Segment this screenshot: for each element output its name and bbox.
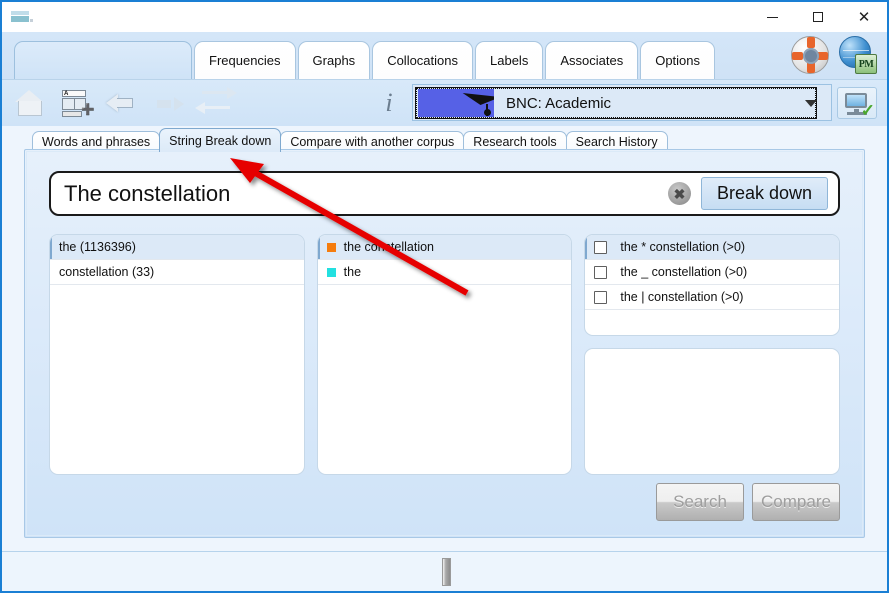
string-label: the bbox=[343, 265, 362, 279]
lifebuoy-icon[interactable] bbox=[791, 36, 829, 74]
ribbon-tab-graphs-label: Graphs bbox=[312, 53, 356, 68]
pm-badge-label: PM bbox=[855, 54, 877, 74]
ribbon-tab-options-label: Options bbox=[655, 53, 701, 68]
action-button-row: Search Compare bbox=[656, 483, 840, 521]
ribbon-tab-frequencies[interactable]: Frequencies bbox=[194, 41, 296, 79]
tab-research-tools-label: Research tools bbox=[473, 135, 557, 149]
clear-circle-icon[interactable]: ✖ bbox=[667, 182, 691, 205]
checkbox-icon[interactable] bbox=[594, 240, 608, 254]
ribbon-tab-frequencies-label: Frequencies bbox=[209, 53, 281, 68]
new-table-icon[interactable]: A ➕ bbox=[60, 88, 95, 118]
word-label: constellation (33) bbox=[59, 265, 155, 279]
words-listbox[interactable]: the (1136396) constellation (33) bbox=[49, 234, 305, 475]
string-break-down-pane: The constellation ✖ Break down the (1136… bbox=[24, 149, 865, 538]
ribbon-tab-associates[interactable]: Associates bbox=[545, 41, 639, 79]
close-button[interactable]: ✕ bbox=[841, 2, 887, 32]
list-item[interactable]: the constellation bbox=[317, 235, 572, 260]
pattern-label: the * constellation (>0) bbox=[620, 240, 746, 254]
ribbon-tab-list: Frequencies Graphs Collocations Labels A… bbox=[14, 41, 717, 79]
ribbon-tab-associates-label: Associates bbox=[560, 53, 624, 68]
color-swatch-icon bbox=[326, 242, 336, 252]
ribbon-tab-labels-label: Labels bbox=[490, 53, 529, 68]
color-swatch-icon bbox=[326, 267, 336, 277]
ribbon-tab-collocations-label: Collocations bbox=[387, 53, 459, 68]
string-label: the constellation bbox=[343, 240, 435, 254]
break-down-button[interactable]: Break down bbox=[700, 177, 828, 210]
list-item[interactable]: constellation (33) bbox=[50, 260, 304, 285]
maximize-button[interactable] bbox=[795, 2, 841, 32]
pattern-label: the | constellation (>0) bbox=[620, 290, 744, 304]
strings-listbox[interactable]: the constellation the bbox=[316, 234, 573, 475]
tab-string-break-down[interactable]: String Break down bbox=[159, 128, 282, 152]
swap-arrows-icon[interactable] bbox=[195, 86, 237, 120]
word-label: the (1136396) bbox=[59, 240, 136, 254]
tab-words-and-phrases-label: Words and phrases bbox=[42, 135, 151, 149]
bottom-strip bbox=[2, 551, 887, 591]
list-item[interactable]: the (1136396) bbox=[50, 235, 304, 260]
search-bar: The constellation ✖ Break down bbox=[49, 171, 840, 216]
info-icon[interactable]: i bbox=[380, 88, 398, 118]
patterns-column: the * constellation (>0) the _ constella… bbox=[584, 234, 841, 475]
ribbon-tab-graphs[interactable]: Graphs bbox=[297, 41, 371, 79]
ribbon-right-icons: PM bbox=[791, 36, 877, 74]
results-listbox[interactable] bbox=[584, 348, 841, 475]
corpus-selector[interactable]: BNC: Academic bbox=[412, 84, 832, 121]
patterns-listbox[interactable]: the * constellation (>0) the _ constella… bbox=[584, 234, 841, 336]
list-item[interactable]: the | constellation (>0) bbox=[585, 285, 840, 310]
window-controls: ✕ bbox=[749, 2, 887, 32]
checkbox-icon[interactable] bbox=[594, 290, 608, 304]
list-item[interactable]: the _ constellation (>0) bbox=[585, 260, 840, 285]
ribbon-tab-labels[interactable]: Labels bbox=[475, 41, 544, 79]
chevron-down-icon[interactable] bbox=[805, 100, 817, 107]
ribbon-tab-collocations[interactable]: Collocations bbox=[372, 41, 474, 79]
tab-string-break-down-label: String Break down bbox=[169, 133, 272, 148]
monitor-check-icon[interactable]: ✓ bbox=[837, 87, 877, 119]
tab-compare-with-another-corpus-label: Compare with another corpus bbox=[290, 135, 455, 149]
application-window: ✕ Frequencies Graphs Collocations Labels… bbox=[0, 0, 889, 593]
words-column: the (1136396) constellation (33) bbox=[49, 234, 305, 475]
ribbon-tab-options[interactable]: Options bbox=[640, 41, 716, 79]
search-input[interactable]: The constellation bbox=[51, 181, 668, 207]
pattern-label: the _ constellation (>0) bbox=[620, 265, 748, 279]
ribbon-tab-blank[interactable] bbox=[14, 41, 192, 79]
search-button[interactable]: Search bbox=[656, 483, 744, 521]
splitter-grip[interactable] bbox=[442, 558, 451, 586]
compare-button[interactable]: Compare bbox=[752, 483, 840, 521]
home-icon[interactable] bbox=[12, 86, 46, 120]
toolbar-icon-group: A ➕ bbox=[12, 86, 237, 120]
app-icon bbox=[10, 10, 33, 24]
corpus-label: BNC: Academic bbox=[506, 94, 612, 112]
title-bar: ✕ bbox=[2, 2, 887, 32]
forward-arrow-icon[interactable] bbox=[152, 86, 186, 120]
tab-search-history-label: Search History bbox=[575, 135, 658, 149]
list-item[interactable]: the bbox=[317, 260, 572, 285]
strings-column: the constellation the bbox=[316, 234, 573, 475]
globe-icon[interactable]: PM bbox=[839, 36, 877, 74]
list-item[interactable]: the * constellation (>0) bbox=[585, 235, 840, 260]
minimize-button[interactable] bbox=[749, 2, 795, 32]
panel-columns: the (1136396) constellation (33) the con… bbox=[49, 234, 841, 475]
ribbon-bar: Frequencies Graphs Collocations Labels A… bbox=[2, 32, 887, 80]
checkbox-icon[interactable] bbox=[594, 265, 608, 279]
corpus-selector-inner: BNC: Academic bbox=[415, 87, 817, 119]
back-arrow-icon[interactable] bbox=[104, 86, 138, 120]
graduation-cap-icon bbox=[418, 89, 494, 117]
